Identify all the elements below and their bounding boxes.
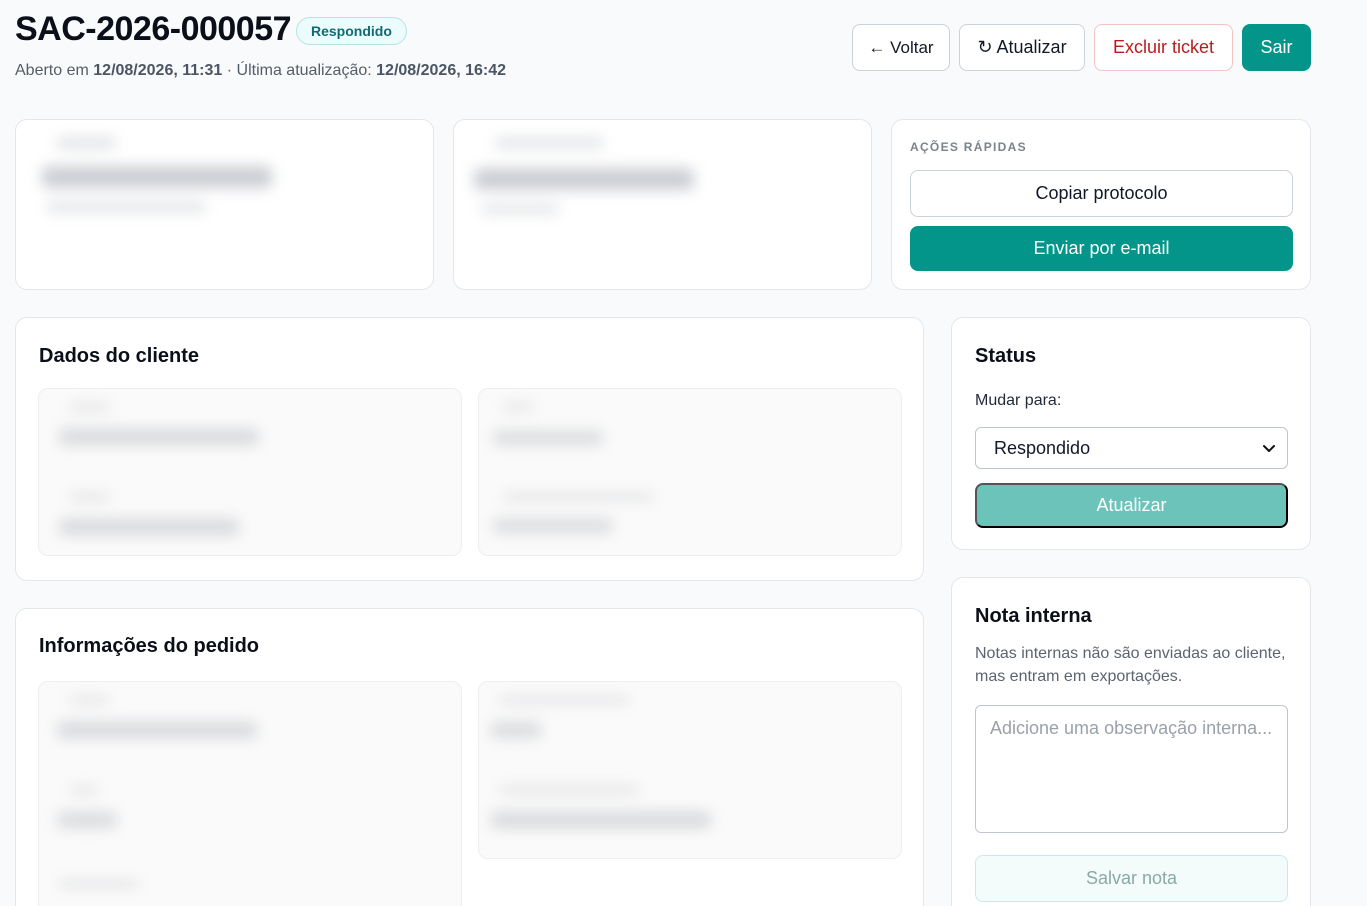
refresh-button[interactable]: ↻ Atualizar xyxy=(959,24,1085,71)
update-status-button[interactable]: Atualizar xyxy=(975,483,1288,528)
internal-note-title: Nota interna xyxy=(975,605,1092,627)
updated-prefix: Última atualização: xyxy=(236,62,372,79)
info-card-1 xyxy=(15,119,434,290)
order-info-title: Informações do pedido xyxy=(39,635,260,657)
order-info-card: Informações do pedido xyxy=(15,608,924,906)
opened-at: 12/08/2026, 11:31 xyxy=(93,62,223,79)
customer-data-card: Dados do cliente xyxy=(15,317,924,581)
blurred-content xyxy=(454,120,871,289)
quick-actions-card: AÇÕES RÁPIDAS Copiar protocolo Enviar po… xyxy=(891,119,1311,290)
status-title: Status xyxy=(975,345,1037,367)
ticket-dates: Aberto em 12/08/2026, 11:31 · Última atu… xyxy=(15,62,506,80)
send-email-button[interactable]: Enviar por e-mail xyxy=(910,226,1293,271)
blurred-field-group xyxy=(478,681,902,859)
logout-button[interactable]: Sair xyxy=(1242,24,1311,71)
chevron-down-icon xyxy=(1263,445,1275,452)
change-status-label: Mudar para: xyxy=(975,392,1062,409)
delete-ticket-button[interactable]: Excluir ticket xyxy=(1094,24,1233,71)
updated-at: 12/08/2026, 16:42 xyxy=(376,62,507,79)
info-card-2 xyxy=(453,119,872,290)
blurred-content xyxy=(16,120,433,289)
blurred-field-group xyxy=(38,388,462,556)
status-badge: Respondido xyxy=(296,17,407,45)
internal-note-textarea[interactable]: Adicione uma observação interna... xyxy=(975,705,1288,833)
status-select[interactable]: Respondido xyxy=(975,427,1288,469)
copy-protocol-button[interactable]: Copiar protocolo xyxy=(910,170,1293,217)
back-button[interactable]: ← Voltar xyxy=(852,24,950,71)
date-separator: · xyxy=(226,62,233,79)
opened-prefix: Aberto em xyxy=(15,62,89,79)
save-note-button[interactable]: Salvar nota xyxy=(975,855,1288,902)
internal-note-card: Nota interna Notas internas não são envi… xyxy=(951,577,1311,906)
customer-data-title: Dados do cliente xyxy=(39,345,200,367)
page-title: SAC-2026-000057 xyxy=(15,10,292,48)
blurred-field-group xyxy=(38,681,462,906)
blurred-field-group xyxy=(478,388,902,556)
internal-note-description: Notas internas não são enviadas ao clien… xyxy=(975,645,1286,685)
status-select-value: Respondido xyxy=(994,437,1091,458)
quick-actions-title: AÇÕES RÁPIDAS xyxy=(910,140,1027,154)
status-card: Status Mudar para: Respondido Atualizar xyxy=(951,317,1311,550)
